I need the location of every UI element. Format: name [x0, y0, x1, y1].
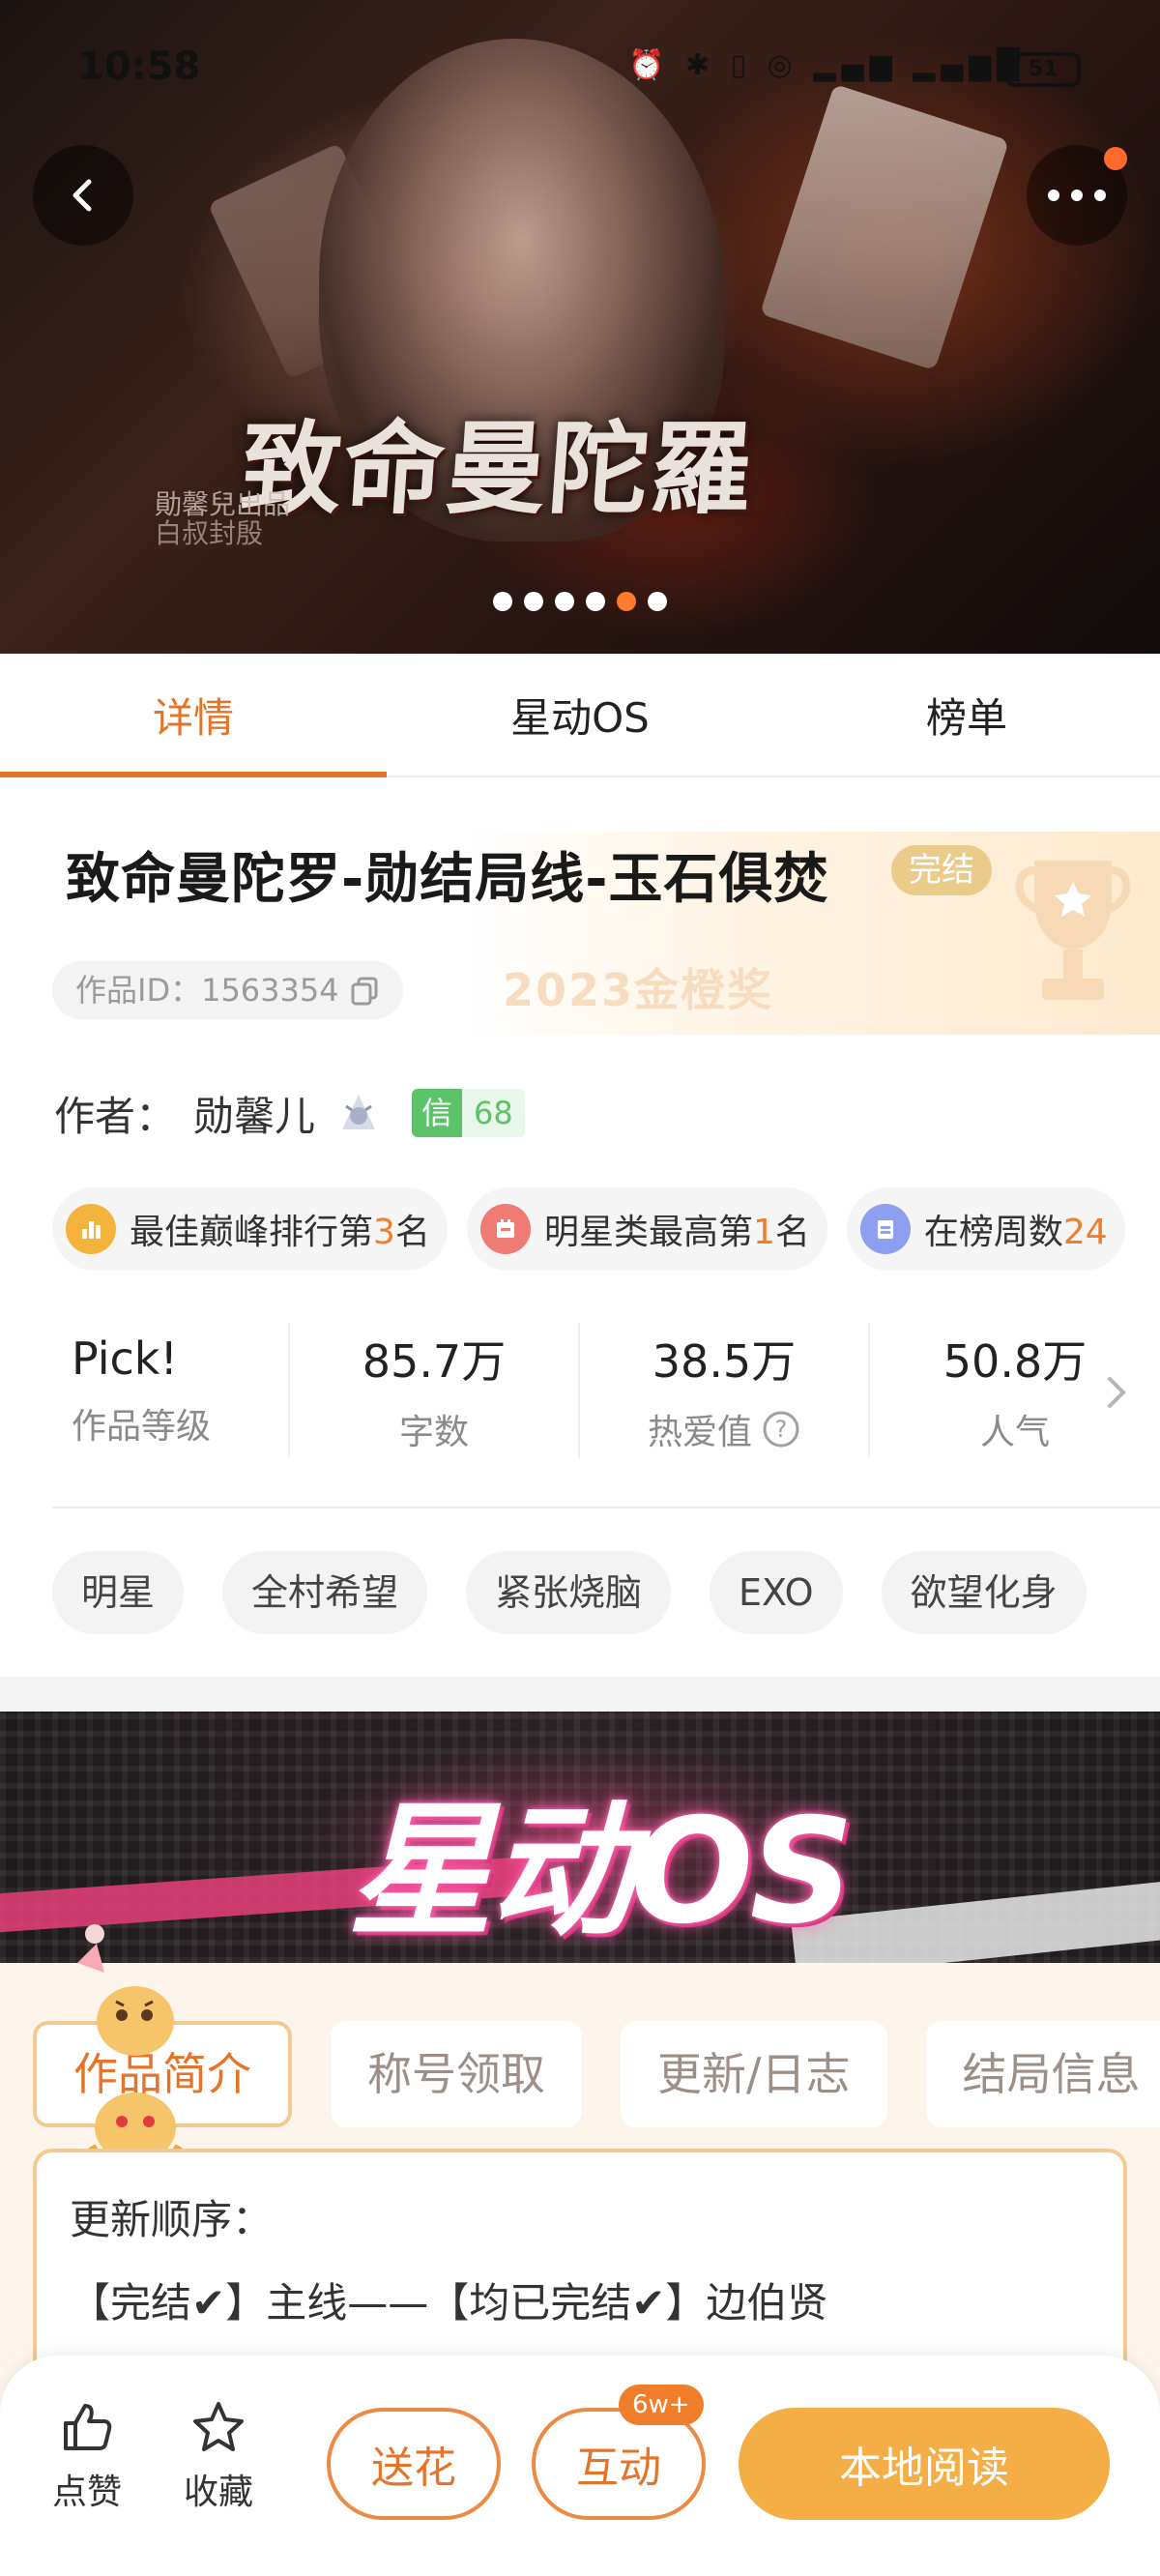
- status-time: 10:58: [77, 44, 201, 89]
- stat-value: 85.7万: [362, 1335, 507, 1388]
- send-flower-button[interactable]: 送花: [327, 2408, 501, 2520]
- ranking-row: 最佳巅峰排行第3名 明星类最高第1名 在榜周数24: [52, 1187, 1160, 1271]
- work-id-text: 作品ID：1563354: [75, 972, 339, 1009]
- ranking-text: 明星类最高第: [543, 1213, 753, 1252]
- detail-tabbar: 详情 星动OS 榜单: [0, 654, 1160, 777]
- tab-star-os[interactable]: 星动OS: [387, 654, 773, 776]
- stats-row[interactable]: Pick! 作品等级 85.7万 字数 38.5万 热爱值 ? 50.8万 人气: [0, 1323, 1160, 1458]
- stat-value: 38.5万: [652, 1335, 797, 1388]
- notification-dot: [1104, 147, 1127, 170]
- chevron-right-icon[interactable]: [1102, 1373, 1129, 1412]
- stat-value: Pick!: [72, 1332, 178, 1385]
- trophy-icon: [1015, 861, 1131, 1000]
- interact-count-badge: 6w+: [619, 2385, 704, 2425]
- like-button[interactable]: 点赞: [29, 2398, 145, 2514]
- back-button[interactable]: [33, 145, 133, 246]
- author-name[interactable]: 勋馨儿: [193, 1084, 315, 1143]
- stat-value: 50.8万: [942, 1335, 1088, 1388]
- status-badge: 完结: [891, 845, 992, 895]
- author-row[interactable]: 作者： 勋馨儿 信 68: [54, 1079, 525, 1147]
- credit-badge: 信 68: [412, 1089, 525, 1137]
- collect-button[interactable]: 收藏: [160, 2398, 276, 2514]
- book-title: 致命曼陀罗-勋结局线-玉石俱焚: [66, 848, 829, 911]
- tag[interactable]: 明星: [52, 1551, 185, 1634]
- ranking-text: 最佳巅峰排行第: [130, 1213, 374, 1252]
- tag[interactable]: 全村希望: [222, 1551, 428, 1634]
- stat-label: 作品等级: [72, 1407, 212, 1447]
- status-icons: ⏰ ✱ ▯ ◎ ▂▄▆ ▂▄▆█: [628, 48, 1026, 82]
- ranking-pill-weeks[interactable]: 在榜周数24: [846, 1187, 1125, 1271]
- thumbs-up-icon: [64, 2404, 112, 2450]
- author-label: 作者：: [54, 1092, 177, 1140]
- tag-list: 明星 全村希望 紧张烧脑 EXO 欲望化身: [52, 1551, 1160, 1634]
- collect-label: 收藏: [183, 2473, 253, 2512]
- hero-title: 致命曼陀羅: [237, 409, 758, 528]
- ranking-number: 1: [752, 1213, 775, 1252]
- list-icon: [859, 1204, 911, 1254]
- more-dots-icon: [1048, 190, 1106, 201]
- carousel-dot[interactable]: [586, 592, 605, 611]
- like-label: 点赞: [51, 2473, 122, 2512]
- tab-details[interactable]: 详情: [0, 654, 387, 777]
- battery-icon: 51: [1005, 52, 1081, 87]
- help-icon[interactable]: ?: [762, 1410, 800, 1449]
- stat-label-wrap: 热爱值 ?: [648, 1404, 800, 1454]
- ranking-suffix: 名: [394, 1213, 430, 1252]
- ranking-number: 3: [373, 1213, 395, 1252]
- work-id[interactable]: 作品ID：1563354: [52, 961, 403, 1019]
- ranking-suffix: 名: [774, 1213, 810, 1252]
- award-label: 2023金橙奖: [503, 964, 774, 1016]
- intro-line: 更新顺序：: [70, 2196, 274, 2243]
- ranking-number: 24: [1062, 1213, 1108, 1252]
- credit-value: 68: [462, 1089, 525, 1137]
- carousel-dots: [0, 592, 1160, 611]
- divider: [52, 1507, 1160, 1508]
- carousel-dot[interactable]: [493, 592, 512, 611]
- os-tab-updates[interactable]: 更新/日志: [621, 2021, 887, 2127]
- os-tab-titles[interactable]: 称号领取: [331, 2021, 582, 2127]
- hero-subtitle-2: 白叔封殷: [155, 517, 264, 549]
- stat-level: Pick! 作品等级: [0, 1323, 290, 1458]
- tag[interactable]: 欲望化身: [881, 1551, 1087, 1634]
- stat-label: 热爱值: [647, 1413, 752, 1452]
- carousel-dot[interactable]: [555, 592, 574, 611]
- carousel-dot-active[interactable]: [617, 592, 636, 611]
- credit-key: 信: [412, 1089, 463, 1137]
- os-tab-endings[interactable]: 结局信息: [925, 2021, 1160, 2127]
- stat-label: 人气: [979, 1413, 1050, 1452]
- intro-line: 【完结✔】主线——【均已完结✔】边伯贤: [70, 2279, 828, 2327]
- ranking-pill-category[interactable]: 明星类最高第1名: [466, 1187, 827, 1271]
- author-badge-icon: [342, 1095, 376, 1129]
- tab-ranking[interactable]: 榜单: [773, 654, 1160, 776]
- stat-love: 38.5万 热爱值 ?: [580, 1323, 870, 1458]
- tag[interactable]: 紧张烧脑: [466, 1551, 672, 1634]
- calendar-icon: [479, 1204, 531, 1254]
- stat-word-count: 85.7万 字数: [290, 1323, 580, 1458]
- carousel-dot[interactable]: [524, 592, 543, 611]
- tag[interactable]: EXO: [710, 1551, 843, 1634]
- copy-icon[interactable]: [349, 975, 380, 1006]
- bar-chart-icon: [66, 1204, 116, 1254]
- stat-label: 字数: [398, 1413, 469, 1452]
- chevron-left-icon: [72, 179, 92, 212]
- local-read-button[interactable]: 本地阅读: [739, 2408, 1110, 2520]
- star-icon: [193, 2402, 244, 2451]
- hero-banner[interactable]: 致命曼陀羅 勛馨兒出品 白叔封殷 10:58 ⏰ ✱ ▯ ◎ ▂▄▆ ▂▄▆█ …: [0, 0, 1160, 654]
- ranking-pill-peak[interactable]: 最佳巅峰排行第3名: [52, 1187, 448, 1271]
- svg-text:?: ?: [775, 1416, 788, 1443]
- section-separator: [0, 1677, 1160, 1712]
- status-bar: 10:58 ⏰ ✱ ▯ ◎ ▂▄▆ ▂▄▆█ 51: [0, 0, 1160, 145]
- ranking-text: 在榜周数: [923, 1213, 1063, 1252]
- star-os-title: 星动OS: [348, 1788, 855, 1956]
- carousel-dot[interactable]: [648, 592, 667, 611]
